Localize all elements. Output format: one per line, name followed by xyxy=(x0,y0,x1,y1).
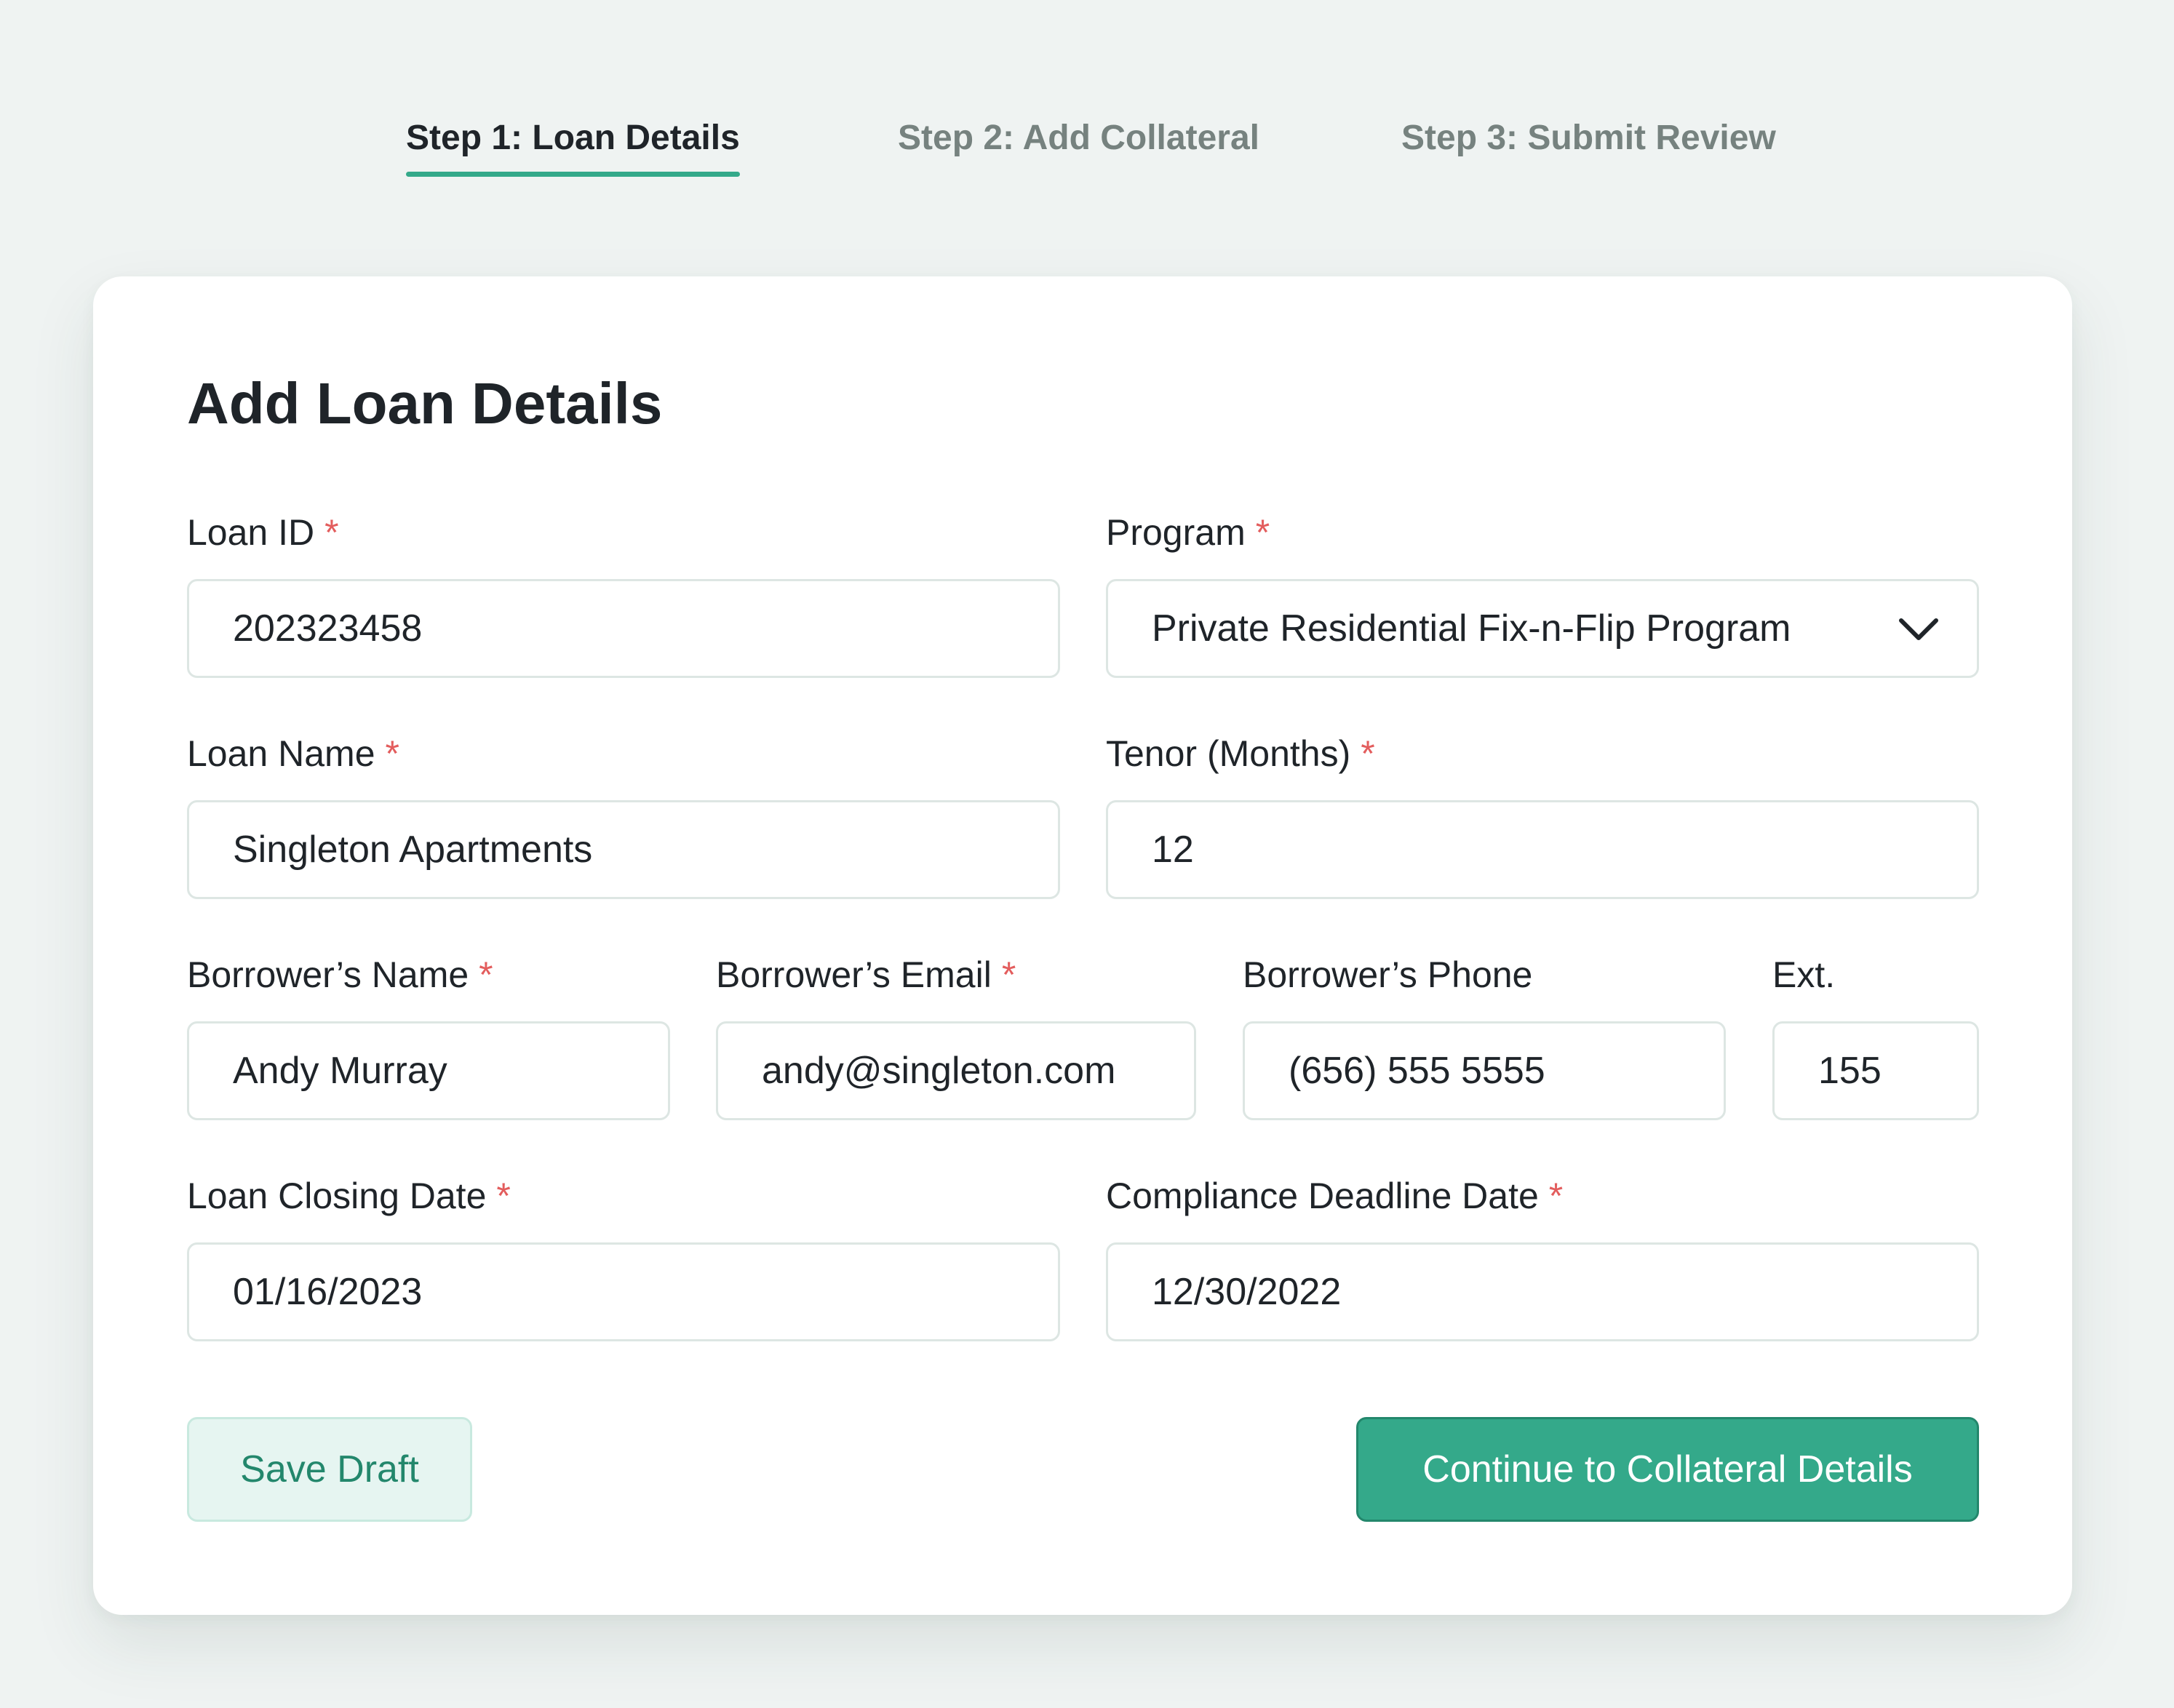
loan-id-label: Loan ID * xyxy=(187,512,339,553)
loan-details-card: Add Loan Details Loan ID * 202323458 Prog… xyxy=(93,276,2072,1615)
program-select[interactable]: Private Residential Fix-n-Flip Program xyxy=(1106,579,1979,678)
required-marker: * xyxy=(1255,512,1270,553)
tenor-label: Tenor (Months) * xyxy=(1106,733,1375,774)
borrower-name-field[interactable]: Andy Murray xyxy=(187,1021,670,1120)
borrower-phone-field[interactable]: (656) 555 5555 xyxy=(1243,1021,1726,1120)
required-marker: * xyxy=(496,1176,511,1216)
loan-id-field[interactable]: 202323458 xyxy=(187,579,1060,678)
required-marker: * xyxy=(1001,954,1016,995)
chevron-down-icon xyxy=(1899,618,1938,640)
ext-field[interactable]: 155 xyxy=(1772,1021,1979,1120)
borrower-email-label: Borrower’s Email * xyxy=(716,954,1016,995)
tab-add-collateral[interactable]: Step 2: Add Collateral xyxy=(898,116,1259,160)
borrower-email-field[interactable]: andy@singleton.com xyxy=(716,1021,1196,1120)
required-marker: * xyxy=(479,954,493,995)
required-marker: * xyxy=(1361,733,1375,774)
program-select-value: Private Residential Fix-n-Flip Program xyxy=(1152,607,1791,650)
tab-submit-review[interactable]: Step 3: Submit Review xyxy=(1401,116,1776,160)
required-marker: * xyxy=(324,512,339,553)
tab-loan-details[interactable]: Step 1: Loan Details xyxy=(406,116,740,177)
continue-button[interactable]: Continue to Collateral Details xyxy=(1356,1417,1979,1522)
save-draft-button[interactable]: Save Draft xyxy=(187,1417,472,1522)
closing-date-field[interactable]: 01/16/2023 xyxy=(187,1242,1060,1341)
borrower-name-label: Borrower’s Name * xyxy=(187,954,493,995)
borrower-phone-label: Borrower’s Phone xyxy=(1243,954,1533,995)
required-marker: * xyxy=(385,733,399,774)
program-label: Program * xyxy=(1106,512,1270,553)
compliance-date-label: Compliance Deadline Date * xyxy=(1106,1176,1564,1216)
closing-date-label: Loan Closing Date * xyxy=(187,1176,511,1216)
page-title: Add Loan Details xyxy=(187,371,663,436)
ext-label: Ext. xyxy=(1772,954,1836,995)
required-marker: * xyxy=(1548,1176,1564,1216)
compliance-date-field[interactable]: 12/30/2022 xyxy=(1106,1242,1979,1341)
loan-name-label: Loan Name * xyxy=(187,733,399,774)
tenor-field[interactable]: 12 xyxy=(1106,800,1979,899)
loan-name-field[interactable]: Singleton Apartments xyxy=(187,800,1060,899)
stepper: Step 1: Loan Details Step 2: Add Collate… xyxy=(0,116,2174,182)
